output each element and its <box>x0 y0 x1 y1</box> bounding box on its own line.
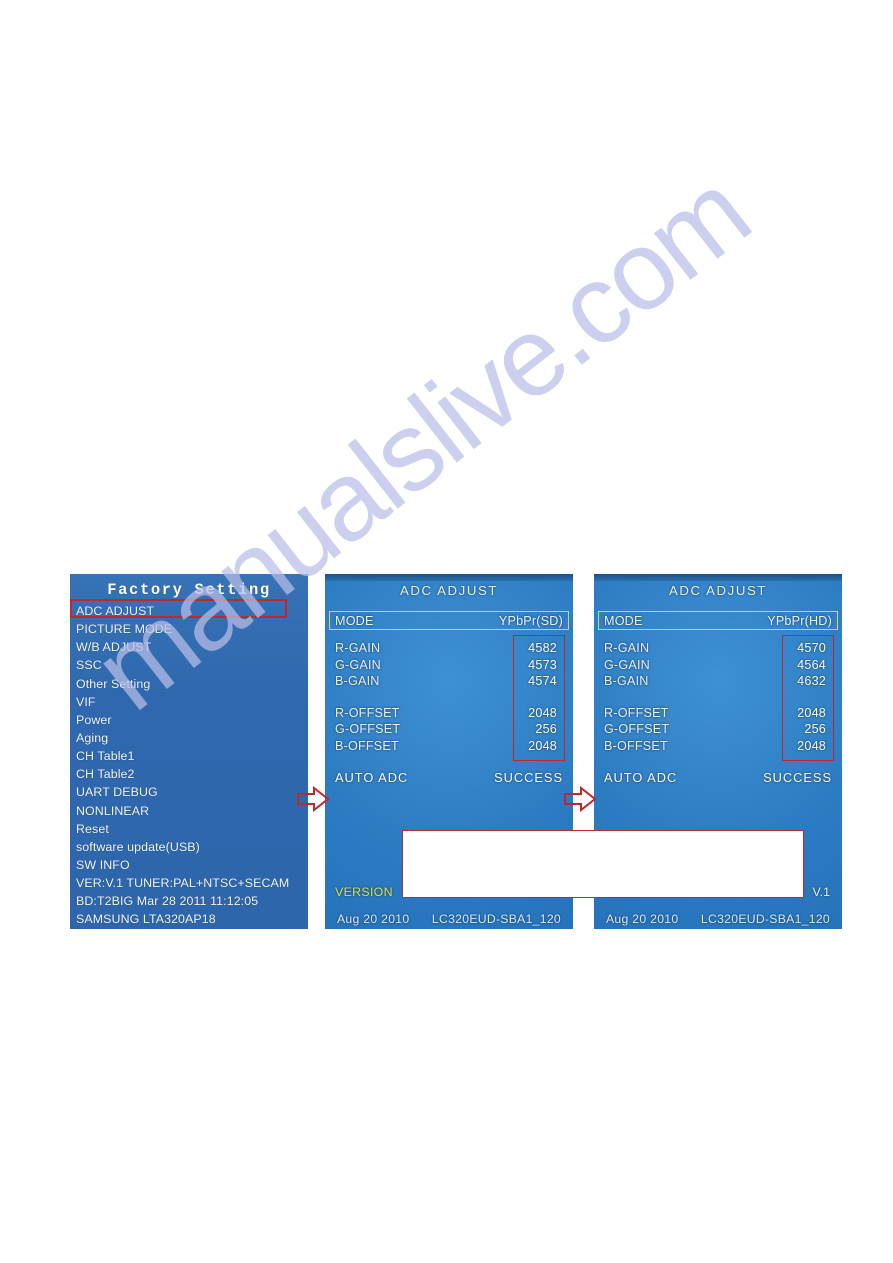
flow-arrow-1-icon <box>297 786 330 812</box>
adc-sd-footer-model: LC320EUD-SBA1_120 <box>431 912 561 926</box>
sidebar-item-ssc[interactable]: SSC <box>76 656 308 674</box>
adc-sd-auto-adc-row[interactable]: AUTO ADC SUCCESS <box>335 770 563 785</box>
adc-sd-footer-date: Aug 20 2010 <box>337 912 410 926</box>
adc-sd-mode-value: YPbPr(SD) <box>498 613 563 628</box>
sidebar-item-other-setting[interactable]: Other Setting <box>76 675 308 693</box>
adc-hd-auto-adc-row[interactable]: AUTO ADC SUCCESS <box>604 770 832 785</box>
sidebar-item-wb-adjust[interactable]: W/B ADJUST <box>76 638 308 656</box>
adc-sd-footer: Aug 20 2010 LC320EUD-SBA1_120 <box>325 912 573 926</box>
sidebar-item-software-update[interactable]: software update(USB) <box>76 838 308 856</box>
adc-sd-mode-label: MODE <box>335 613 374 628</box>
adc-hd-title: ADC ADJUST <box>668 583 768 598</box>
adc-hd-r-gain-label: R-GAIN <box>604 641 650 655</box>
callout-box-sd-values <box>513 635 565 761</box>
adc-hd-topbar <box>594 574 842 581</box>
adc-hd-footer-model: LC320EUD-SBA1_120 <box>700 912 830 926</box>
adc-hd-mode-row[interactable]: MODE YPbPr(HD) <box>598 611 838 630</box>
sidebar-item-aging[interactable]: Aging <box>76 729 308 747</box>
sidebar-info-version-tuner: VER:V.1 TUNER:PAL+NTSC+SECAM <box>76 876 290 891</box>
factory-setting-title: Factory Setting <box>107 581 271 599</box>
adc-sd-g-gain-label: G-GAIN <box>335 657 381 672</box>
adc-sd-version-label: VERSION <box>335 885 393 899</box>
adc-hd-r-offset-label: R-OFFSET <box>604 705 669 720</box>
adc-hd-b-offset-label: B-OFFSET <box>604 738 668 753</box>
adc-sd-b-offset-label: B-OFFSET <box>335 738 399 753</box>
sidebar-item-power[interactable]: Power <box>76 711 308 729</box>
adc-sd-auto-adc-value: SUCCESS <box>494 770 563 785</box>
factory-setting-panel: Factory Setting ADC ADJUST PICTURE MODE … <box>70 574 308 929</box>
redaction-overlay-box <box>402 830 804 898</box>
factory-setting-menu-list: ADC ADJUST PICTURE MODE W/B ADJUST SSC O… <box>70 602 308 929</box>
sidebar-info-build-date: BD:T2BIG Mar 28 2011 11:12:05 <box>76 894 259 909</box>
sidebar-item-uart-debug[interactable]: UART DEBUG <box>76 783 308 801</box>
adc-sd-b-gain-label: B-GAIN <box>335 674 380 689</box>
adc-hd-footer: Aug 20 2010 LC320EUD-SBA1_120 <box>594 912 842 926</box>
adc-hd-auto-adc-label: AUTO ADC <box>604 770 678 785</box>
adc-hd-mode-label: MODE <box>604 613 643 628</box>
adc-hd-mode-value: YPbPr(HD) <box>767 613 832 628</box>
adc-sd-auto-adc-label: AUTO ADC <box>335 770 409 785</box>
callout-box-adc-adjust <box>70 599 287 618</box>
sidebar-item-sw-info[interactable]: SW INFO <box>76 856 308 874</box>
figure-strip: Factory Setting ADC ADJUST PICTURE MODE … <box>0 0 893 1263</box>
sidebar-item-nonlinear[interactable]: NONLINEAR <box>76 802 308 820</box>
sidebar-item-reset[interactable]: Reset <box>76 820 308 838</box>
adc-sd-topbar <box>325 574 573 581</box>
sidebar-item-ch-table2[interactable]: CH Table2 <box>76 765 308 783</box>
adc-sd-r-offset-label: R-OFFSET <box>335 705 400 720</box>
sidebar-item-ch-table1[interactable]: CH Table1 <box>76 747 308 765</box>
flow-arrow-2-icon <box>564 786 597 812</box>
callout-box-hd-values <box>782 635 834 761</box>
sidebar-info-panel-model: SAMSUNG LTA320AP18 <box>76 912 216 927</box>
adc-sd-r-gain-label: R-GAIN <box>335 641 381 655</box>
adc-sd-mode-row[interactable]: MODE YPbPr(SD) <box>329 611 569 630</box>
adc-hd-version-value: V.1 <box>812 885 830 899</box>
adc-hd-g-gain-label: G-GAIN <box>604 657 650 672</box>
adc-sd-title: ADC ADJUST <box>399 583 499 598</box>
adc-sd-g-offset-label: G-OFFSET <box>335 722 401 737</box>
adc-hd-g-offset-label: G-OFFSET <box>604 722 670 737</box>
sidebar-item-picture-mode[interactable]: PICTURE MODE <box>76 620 308 638</box>
adc-hd-auto-adc-value: SUCCESS <box>763 770 832 785</box>
sidebar-item-vif[interactable]: VIF <box>76 693 308 711</box>
adc-hd-footer-date: Aug 20 2010 <box>606 912 679 926</box>
adc-hd-b-gain-label: B-GAIN <box>604 674 649 689</box>
